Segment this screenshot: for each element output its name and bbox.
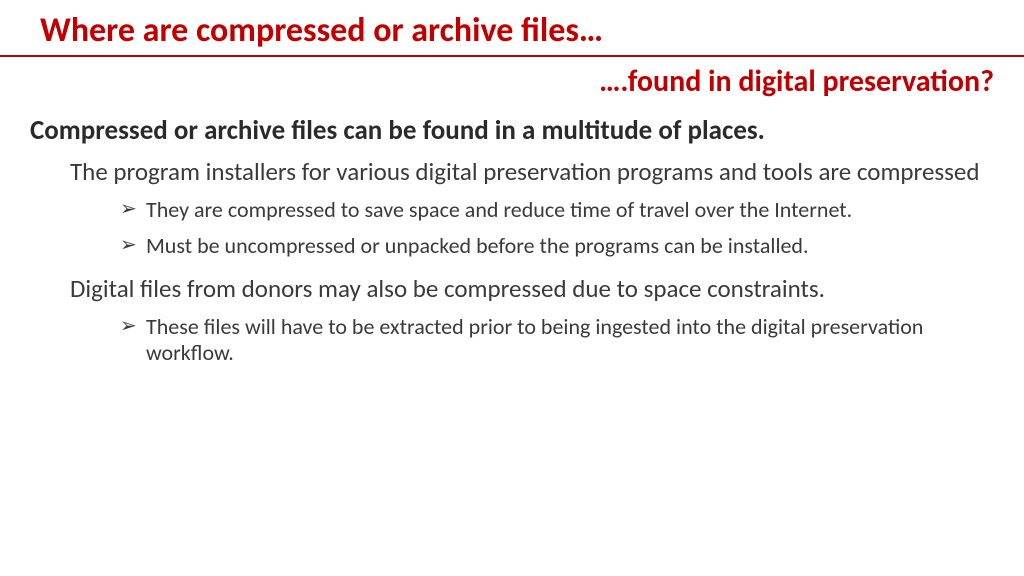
bullet-list: ➢ They are compressed to save space and … <box>70 197 984 261</box>
slide-subtitle: ….found in digital preservation? <box>0 63 1024 114</box>
slide: Where are compressed or archive files… …… <box>0 0 1024 576</box>
bullet-text: These files will have to be extracted pr… <box>146 313 923 367</box>
bullet-text: Must be uncompressed or unpacked before … <box>146 232 809 259</box>
list-item: ➢ They are compressed to save space and … <box>120 197 984 224</box>
section-para: The program installers for various digit… <box>70 157 984 187</box>
chevron-right-icon: ➢ <box>120 233 137 257</box>
lead-text: Compressed or archive files can be found… <box>0 114 1024 157</box>
bullet-list: ➢ These files will have to be extracted … <box>70 314 984 368</box>
slide-title: Where are compressed or archive files… <box>0 10 1024 55</box>
chevron-right-icon: ➢ <box>120 197 137 221</box>
list-item: ➢ These files will have to be extracted … <box>120 314 984 368</box>
bullet-text: They are compressed to save space and re… <box>146 196 852 223</box>
chevron-right-icon: ➢ <box>120 314 137 338</box>
section-para: Digital files from donors may also be co… <box>70 274 984 304</box>
list-item: ➢ Must be uncompressed or unpacked befor… <box>120 233 984 260</box>
body-block: The program installers for various digit… <box>0 157 1024 367</box>
title-rule <box>0 55 1024 57</box>
